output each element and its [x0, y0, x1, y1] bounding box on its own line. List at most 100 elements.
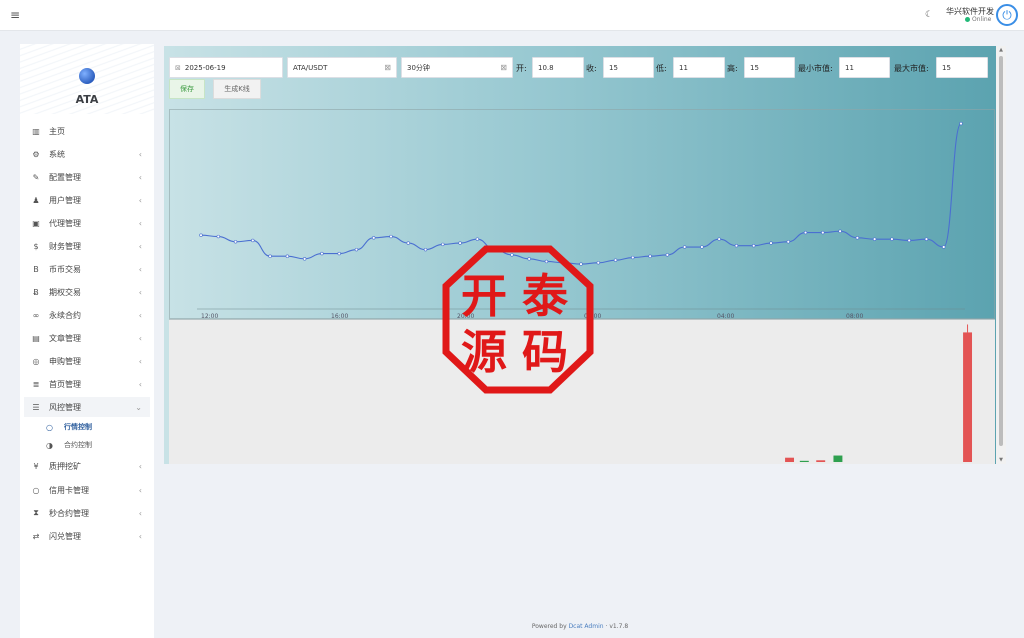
sidebar-subitem[interactable]: ◑ 合约控制 [46, 436, 146, 454]
price-point[interactable] [872, 237, 877, 241]
users-icon: ♟ [32, 195, 40, 205]
sidebar-item[interactable]: ⧗ 秒合约管理 ‹ [24, 503, 150, 523]
sidebar-subitem-label: 合约控制 [64, 441, 92, 449]
price-point[interactable] [285, 254, 290, 258]
low-value: 11 [679, 63, 688, 72]
price-point[interactable] [682, 245, 687, 249]
moon-icon[interactable]: ☾ [925, 10, 933, 20]
clear-icon[interactable]: ⊠ [500, 63, 507, 72]
price-point[interactable] [389, 234, 393, 239]
date-input[interactable]: ⊠ 2025-06-19 [169, 57, 283, 78]
price-point[interactable] [700, 245, 704, 249]
save-button[interactable]: 保存 [169, 79, 205, 99]
sidebar-item-label: 秒合约管理 [49, 508, 89, 518]
sidebar-item[interactable]: Ƀ 期权交易 ‹ [24, 282, 150, 302]
sidebar-item[interactable]: ⚙ 系统 ‹ [24, 144, 150, 164]
max-mcap-input[interactable]: 15 [936, 57, 988, 78]
price-point[interactable] [406, 241, 410, 245]
chevron-left-icon: ‹ [138, 485, 142, 495]
price-point[interactable] [302, 257, 307, 261]
candlestick[interactable] [963, 332, 973, 463]
price-point[interactable] [907, 238, 911, 243]
price-point[interactable] [821, 230, 825, 235]
sidebar-item[interactable]: ⇄ 闪兑管理 ‹ [24, 526, 150, 546]
sidebar-item[interactable]: ▣ 代理管理 ‹ [24, 213, 150, 233]
price-point[interactable] [475, 237, 480, 241]
price-point[interactable] [959, 121, 963, 126]
price-point[interactable] [752, 244, 756, 248]
sidebar-item[interactable]: ◎ 申购管理 ‹ [24, 351, 150, 371]
scroll-up-icon[interactable]: ▲ [996, 47, 1006, 53]
sidebar-item[interactable]: ▤ 文章管理 ‹ [24, 328, 150, 348]
date-value: 2025-06-19 [184, 63, 226, 72]
sidebar-item-label: 文章管理 [49, 333, 81, 343]
price-point[interactable] [320, 251, 324, 256]
sidebar-item[interactable]: ♟ 用户管理 ‹ [24, 190, 150, 210]
price-point[interactable] [734, 244, 739, 248]
pair-select[interactable]: ATA/USDT ⊠ [287, 57, 397, 78]
candlestick[interactable] [833, 455, 843, 463]
sidebar-item[interactable]: ≣ 首页管理 ‹ [24, 374, 150, 394]
high-input[interactable]: 15 [744, 57, 795, 78]
close-input[interactable]: 15 [603, 57, 654, 78]
price-point[interactable] [613, 258, 618, 262]
interval-select[interactable]: 30分钟 ⊠ [401, 57, 513, 78]
sidebar-item-label: 质押挖矿 [49, 461, 81, 471]
candlestick[interactable] [785, 457, 795, 463]
price-point[interactable] [631, 255, 635, 260]
chevron-left-icon: ‹ [138, 379, 142, 389]
scroll-thumb[interactable] [999, 56, 1003, 446]
price-point[interactable] [855, 236, 860, 240]
price-point[interactable] [838, 229, 842, 233]
price-point[interactable] [596, 261, 600, 265]
footer-link[interactable]: Dcat Admin [569, 623, 604, 630]
sidebar-item[interactable]: $ 财务管理 ‹ [24, 236, 150, 256]
price-point[interactable] [665, 253, 670, 257]
price-point[interactable] [648, 254, 652, 258]
price-point[interactable] [337, 251, 341, 256]
sidebar-item[interactable]: B 币币交易 ‹ [24, 259, 150, 279]
candlestick[interactable] [816, 460, 826, 463]
sidebar-subitem[interactable]: ○ 行情控制 [46, 418, 146, 436]
price-point[interactable] [890, 237, 894, 241]
low-input[interactable]: 11 [673, 57, 725, 78]
price-point[interactable] [786, 240, 790, 244]
menu-icon[interactable]: ≡ [10, 8, 20, 22]
panel-scrollbar[interactable]: ▲ ▼ [996, 46, 1006, 464]
price-point[interactable] [251, 238, 255, 243]
price-point[interactable] [233, 240, 238, 244]
price-point[interactable] [354, 247, 359, 252]
open-input[interactable]: 10.8 [532, 57, 584, 78]
open-value: 10.8 [538, 63, 554, 72]
price-point[interactable] [717, 237, 721, 241]
generate-kline-button[interactable]: 生成K线 [213, 79, 261, 99]
price-point[interactable] [199, 233, 203, 237]
clear-icon[interactable]: ⊠ [384, 63, 391, 72]
sidebar-item[interactable]: ∞ 永续合约 ‹ [24, 305, 150, 325]
price-point[interactable] [769, 241, 773, 245]
clear-icon[interactable]: ⊠ [175, 64, 181, 72]
power-icon[interactable]: ⏻ [996, 4, 1018, 26]
price-point[interactable] [803, 230, 808, 235]
price-point[interactable] [216, 234, 220, 239]
sidebar-item[interactable]: ☰ 风控管理 ⌄ [24, 397, 150, 417]
price-point[interactable] [372, 236, 376, 240]
bitcoin-icon: Ƀ [33, 287, 39, 297]
sidebar-item-label: 配置管理 [49, 172, 81, 182]
sidebar-item[interactable]: ▥ 主页 [24, 121, 150, 141]
sidebar-item[interactable]: ✎ 配置管理 ‹ [24, 167, 150, 187]
lifebuoy-icon: ◎ [32, 356, 40, 366]
user-status: Online [965, 16, 991, 23]
sidebar-item[interactable]: ○ 信用卡管理 ‹ [24, 480, 150, 500]
price-point[interactable] [423, 247, 428, 252]
watermark-stamp: 开 泰 源 码 [442, 245, 594, 394]
price-point[interactable] [942, 245, 946, 249]
price-point[interactable] [924, 237, 929, 241]
price-point[interactable] [268, 254, 272, 258]
scroll-down-icon[interactable]: ▼ [996, 457, 1006, 463]
sidebar-item[interactable]: ¥ 质押挖矿 ‹ [24, 456, 150, 476]
link-icon: ∞ [32, 310, 40, 320]
min-mcap-input[interactable]: 11 [839, 57, 890, 78]
min-mcap-label: 最小市值: [798, 64, 833, 73]
candlestick[interactable] [799, 460, 809, 463]
